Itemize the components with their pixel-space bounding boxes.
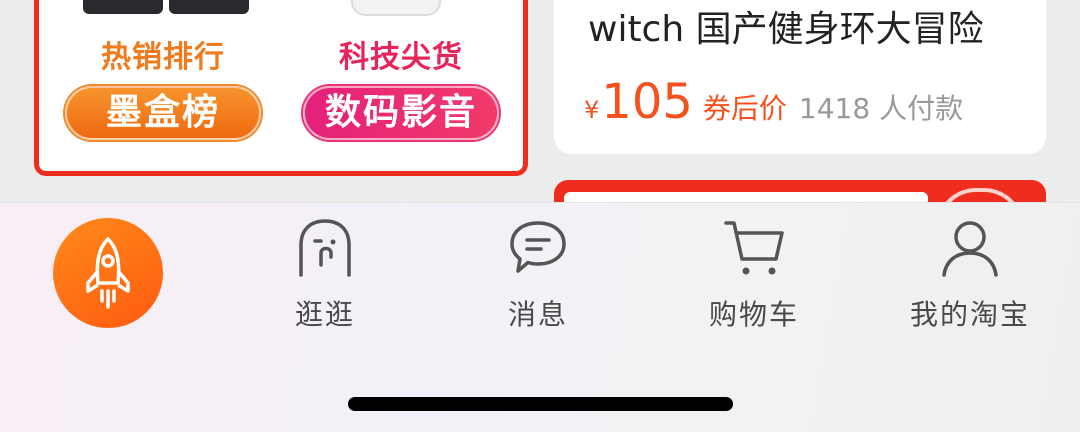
promo-tech-column[interactable]: 科技尖货 数码影音: [301, 38, 501, 140]
sold-count: 1418 人付款: [798, 92, 964, 125]
promo-ranking-column[interactable]: 热销排行 墨盒榜: [63, 38, 263, 140]
shopping-cart-icon: [724, 221, 784, 275]
product-title: witch 国产健身环大冒险: [588, 9, 984, 50]
currency-symbol: ¥: [584, 96, 600, 124]
promo-digital-av-button[interactable]: 数码影音: [303, 86, 499, 140]
promo-subtitle: 热销排行: [101, 40, 225, 75]
tab-shopping-cart[interactable]: 购物车: [664, 215, 844, 333]
product-thumbnail: [83, 0, 163, 14]
person-icon: [942, 221, 998, 277]
product-card[interactable]: witch 国产健身环大冒险 ¥ 105 券后价 1418 人付款: [554, 0, 1046, 154]
product-price: 105: [601, 74, 693, 130]
tab-messages[interactable]: 消息: [448, 215, 628, 333]
tab-my-taobao[interactable]: 我的淘宝: [880, 215, 1060, 333]
coupon-price-label: 券后价: [702, 92, 787, 125]
promo-card[interactable]: 热销排行 墨盒榜 科技尖货 数码影音: [34, 0, 528, 176]
rocket-icon: [86, 237, 130, 309]
home-rocket-button[interactable]: [53, 218, 163, 328]
promo-ink-ranking-button[interactable]: 墨盒榜: [65, 86, 261, 140]
product-thumbnail: [351, 0, 441, 16]
tab-label: 消息: [507, 298, 568, 331]
promo-subtitle: 科技尖货: [339, 40, 463, 75]
price-row: ¥ 105 券后价 1418 人付款: [584, 74, 963, 130]
tab-guangguang[interactable]: 逛逛: [235, 215, 415, 333]
tab-label: 逛逛: [294, 298, 355, 331]
home-indicator[interactable]: [348, 397, 733, 411]
chat-bubble-icon: [510, 221, 566, 273]
tab-label: 我的淘宝: [909, 298, 1030, 331]
product-thumbnail: [169, 0, 249, 14]
bottom-tab-bar: 逛逛 消息 购物车 我的淘宝: [0, 202, 1080, 432]
ghost-face-icon: [299, 219, 351, 277]
tab-label: 购物车: [708, 298, 799, 331]
